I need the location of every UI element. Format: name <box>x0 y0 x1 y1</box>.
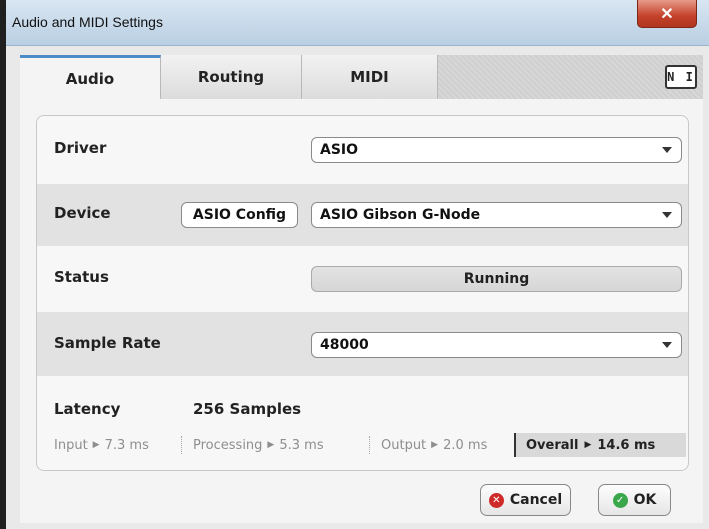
window-title: Audio and MIDI Settings <box>12 14 163 30</box>
processing-latency-label: Processing <box>193 437 263 453</box>
input-latency: Input ▶ 7.3 ms <box>54 433 149 457</box>
cancel-button[interactable]: ✕ Cancel <box>480 484 571 516</box>
play-arrow-icon: ▶ <box>431 440 439 450</box>
driver-row: Driver ASIO <box>37 116 688 184</box>
sample-rate-select-value: 48000 <box>320 337 369 353</box>
overall-latency: Overall ▶ 14.6 ms <box>514 433 686 457</box>
tab-midi[interactable]: MIDI <box>302 55 438 99</box>
status-row: Status Running <box>37 246 688 312</box>
title-bar[interactable]: Audio and MIDI Settings ✕ <box>6 0 709 46</box>
settings-panel: Driver ASIO Device ASIO Config ASIO Gibs… <box>36 115 689 471</box>
sample-rate-row: Sample Rate 48000 <box>37 312 688 376</box>
play-arrow-icon: ▶ <box>92 440 100 450</box>
sample-rate-select[interactable]: 48000 <box>311 332 682 358</box>
chevron-down-icon <box>662 147 672 153</box>
device-select-value: ASIO Gibson G-Node <box>320 207 481 223</box>
audio-tab-content: Driver ASIO Device ASIO Config ASIO Gibs… <box>20 99 703 523</box>
divider <box>369 436 370 454</box>
input-latency-value: 7.3 ms <box>104 437 149 453</box>
tab-audio[interactable]: Audio <box>20 55 161 99</box>
output-latency-label: Output <box>381 437 427 453</box>
tab-routing[interactable]: Routing <box>161 55 302 99</box>
output-latency-value: 2.0 ms <box>443 437 488 453</box>
play-arrow-icon: ▶ <box>267 440 275 450</box>
driver-select-value: ASIO <box>320 142 359 158</box>
tab-bar: Audio Routing MIDI N I <box>20 55 703 99</box>
close-button[interactable]: ✕ <box>637 0 697 28</box>
ok-button[interactable]: ✓ OK <box>598 484 671 516</box>
cancel-button-label: Cancel <box>509 492 563 508</box>
latency-row: Latency 256 Samples Input ▶ 7.3 ms Proce… <box>37 376 688 470</box>
overall-latency-value: 14.6 ms <box>597 437 656 453</box>
overall-latency-label: Overall <box>526 437 579 453</box>
chevron-down-icon <box>662 212 672 218</box>
audio-midi-settings-window: Audio and MIDI Settings ✕ Audio Routing … <box>0 0 709 529</box>
native-instruments-logo-icon: N I <box>665 65 697 89</box>
output-latency: Output ▶ 2.0 ms <box>381 433 487 457</box>
device-row: Device ASIO Config ASIO Gibson G-Node <box>37 184 688 246</box>
close-icon: ✕ <box>660 5 674 23</box>
chevron-down-icon <box>662 342 672 348</box>
play-arrow-icon: ▶ <box>584 440 592 450</box>
processing-latency-value: 5.3 ms <box>279 437 324 453</box>
device-select[interactable]: ASIO Gibson G-Node <box>311 202 682 228</box>
latency-value: 256 Samples <box>193 400 302 418</box>
window-left-edge <box>0 0 6 529</box>
sample-rate-label: Sample Rate <box>54 334 161 352</box>
driver-label: Driver <box>54 139 107 157</box>
ni-logo-text: N I <box>667 70 695 84</box>
status-label: Status <box>54 268 109 286</box>
input-latency-label: Input <box>54 437 88 453</box>
device-label: Device <box>54 204 111 222</box>
latency-label: Latency <box>54 400 121 418</box>
divider <box>181 436 182 454</box>
cancel-icon: ✕ <box>488 492 504 508</box>
processing-latency: Processing ▶ 5.3 ms <box>193 433 324 457</box>
ok-button-label: OK <box>633 492 657 508</box>
driver-select[interactable]: ASIO <box>311 137 682 163</box>
asio-config-button[interactable]: ASIO Config <box>181 202 298 228</box>
status-indicator: Running <box>311 266 682 292</box>
checkmark-icon: ✓ <box>612 492 628 508</box>
